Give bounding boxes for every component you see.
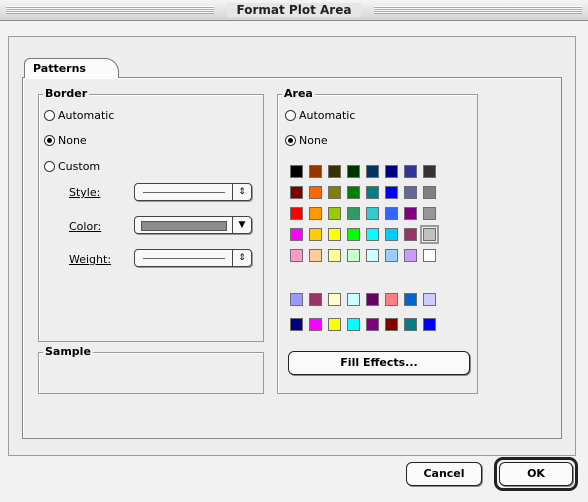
color-swatch[interactable]: [290, 318, 303, 331]
color-swatch[interactable]: [328, 228, 341, 241]
window-title: Format Plot Area: [226, 3, 362, 17]
color-swatch[interactable]: [347, 318, 360, 331]
color-swatch[interactable]: [309, 249, 322, 262]
color-swatch[interactable]: [347, 207, 360, 220]
area-automatic-radio[interactable]: Automatic: [285, 109, 355, 122]
area-none-label: None: [299, 134, 328, 147]
color-swatch[interactable]: [423, 165, 436, 178]
color-swatch[interactable]: [366, 186, 379, 199]
color-swatch[interactable]: [328, 318, 341, 331]
color-swatch[interactable]: [309, 186, 322, 199]
color-swatch[interactable]: [404, 207, 417, 220]
color-swatch[interactable]: [385, 165, 398, 178]
sample-group: Sample: [38, 345, 264, 394]
color-swatch[interactable]: [404, 186, 417, 199]
popup-arrows-icon: ⇕: [232, 184, 251, 200]
weight-popup[interactable]: ⇕: [134, 249, 252, 267]
cancel-button[interactable]: Cancel: [406, 462, 482, 486]
color-popup[interactable]: ▼: [134, 216, 252, 234]
border-custom-radio[interactable]: Custom: [44, 160, 100, 173]
color-swatch[interactable]: [366, 228, 379, 241]
color-swatch[interactable]: [385, 318, 398, 331]
color-palette-chart: [290, 293, 436, 331]
dropdown-arrow-icon: ▼: [232, 217, 251, 233]
color-swatch[interactable]: [328, 165, 341, 178]
color-swatch[interactable]: [328, 293, 341, 306]
border-none-radio[interactable]: None: [44, 134, 87, 147]
area-none-radio[interactable]: None: [285, 134, 328, 147]
color-swatch[interactable]: [309, 228, 322, 241]
weight-preview-line: [143, 258, 225, 259]
color-swatch[interactable]: [404, 165, 417, 178]
color-swatch[interactable]: [423, 207, 436, 220]
color-swatch[interactable]: [309, 165, 322, 178]
color-swatch[interactable]: [347, 165, 360, 178]
title-bar[interactable]: Format Plot Area: [0, 0, 588, 21]
color-swatch[interactable]: [420, 225, 439, 244]
border-group-title: Border: [43, 87, 90, 101]
color-swatch[interactable]: [290, 293, 303, 306]
color-swatch[interactable]: [423, 293, 436, 306]
color-swatch[interactable]: [404, 249, 417, 262]
color-swatch[interactable]: [290, 165, 303, 178]
color-swatch[interactable]: [404, 228, 417, 241]
title-bar-stripes-left: [6, 6, 214, 14]
style-label: Style:: [69, 186, 101, 199]
border-custom-label: Custom: [58, 160, 101, 173]
style-popup[interactable]: ⇕: [134, 183, 252, 201]
title-bar-stripes-right: [374, 6, 582, 14]
color-swatch[interactable]: [347, 228, 360, 241]
color-swatch[interactable]: [290, 228, 303, 241]
radio-button-selected[interactable]: [285, 135, 296, 146]
fill-effects-button[interactable]: Fill Effects...: [288, 351, 470, 375]
border-automatic-radio[interactable]: Automatic: [44, 109, 114, 122]
color-swatch[interactable]: [290, 249, 303, 262]
color-swatch[interactable]: [366, 293, 379, 306]
tab-patterns[interactable]: Patterns: [24, 58, 119, 78]
color-swatch[interactable]: [309, 207, 322, 220]
color-swatch[interactable]: [347, 186, 360, 199]
color-swatch[interactable]: [404, 318, 417, 331]
color-swatch[interactable]: [290, 186, 303, 199]
radio-button[interactable]: [44, 161, 55, 172]
radio-button[interactable]: [44, 110, 55, 121]
color-swatch[interactable]: [366, 165, 379, 178]
border-automatic-label: Automatic: [58, 109, 115, 122]
weight-label: Weight:: [69, 253, 112, 266]
sample-group-title: Sample: [43, 345, 93, 359]
color-swatch[interactable]: [309, 293, 322, 306]
ok-button[interactable]: OK: [499, 462, 573, 486]
color-swatch[interactable]: [366, 318, 379, 331]
color-swatch[interactable]: [347, 293, 360, 306]
radio-button-selected[interactable]: [44, 135, 55, 146]
color-swatch[interactable]: [385, 186, 398, 199]
border-none-label: None: [58, 134, 87, 147]
color-swatch[interactable]: [385, 293, 398, 306]
color-swatch[interactable]: [404, 293, 417, 306]
color-preview-swatch: [141, 221, 227, 231]
color-label: Color:: [69, 220, 102, 233]
color-swatch[interactable]: [423, 318, 436, 331]
color-swatch[interactable]: [328, 186, 341, 199]
color-swatch[interactable]: [328, 249, 341, 262]
radio-button[interactable]: [285, 110, 296, 121]
color-swatch[interactable]: [328, 207, 341, 220]
style-preview-line: [143, 192, 225, 193]
color-swatch[interactable]: [385, 228, 398, 241]
color-swatch[interactable]: [385, 207, 398, 220]
color-swatch[interactable]: [347, 249, 360, 262]
area-group-title: Area: [282, 87, 315, 101]
color-swatch[interactable]: [366, 249, 379, 262]
color-swatch[interactable]: [366, 207, 379, 220]
color-swatch[interactable]: [423, 249, 436, 262]
color-swatch[interactable]: [309, 318, 322, 331]
color-swatch[interactable]: [385, 249, 398, 262]
color-swatch[interactable]: [290, 207, 303, 220]
color-swatch[interactable]: [423, 186, 436, 199]
popup-arrows-icon: ⇕: [232, 250, 251, 266]
color-palette-standard: [290, 165, 439, 262]
area-automatic-label: Automatic: [299, 109, 356, 122]
